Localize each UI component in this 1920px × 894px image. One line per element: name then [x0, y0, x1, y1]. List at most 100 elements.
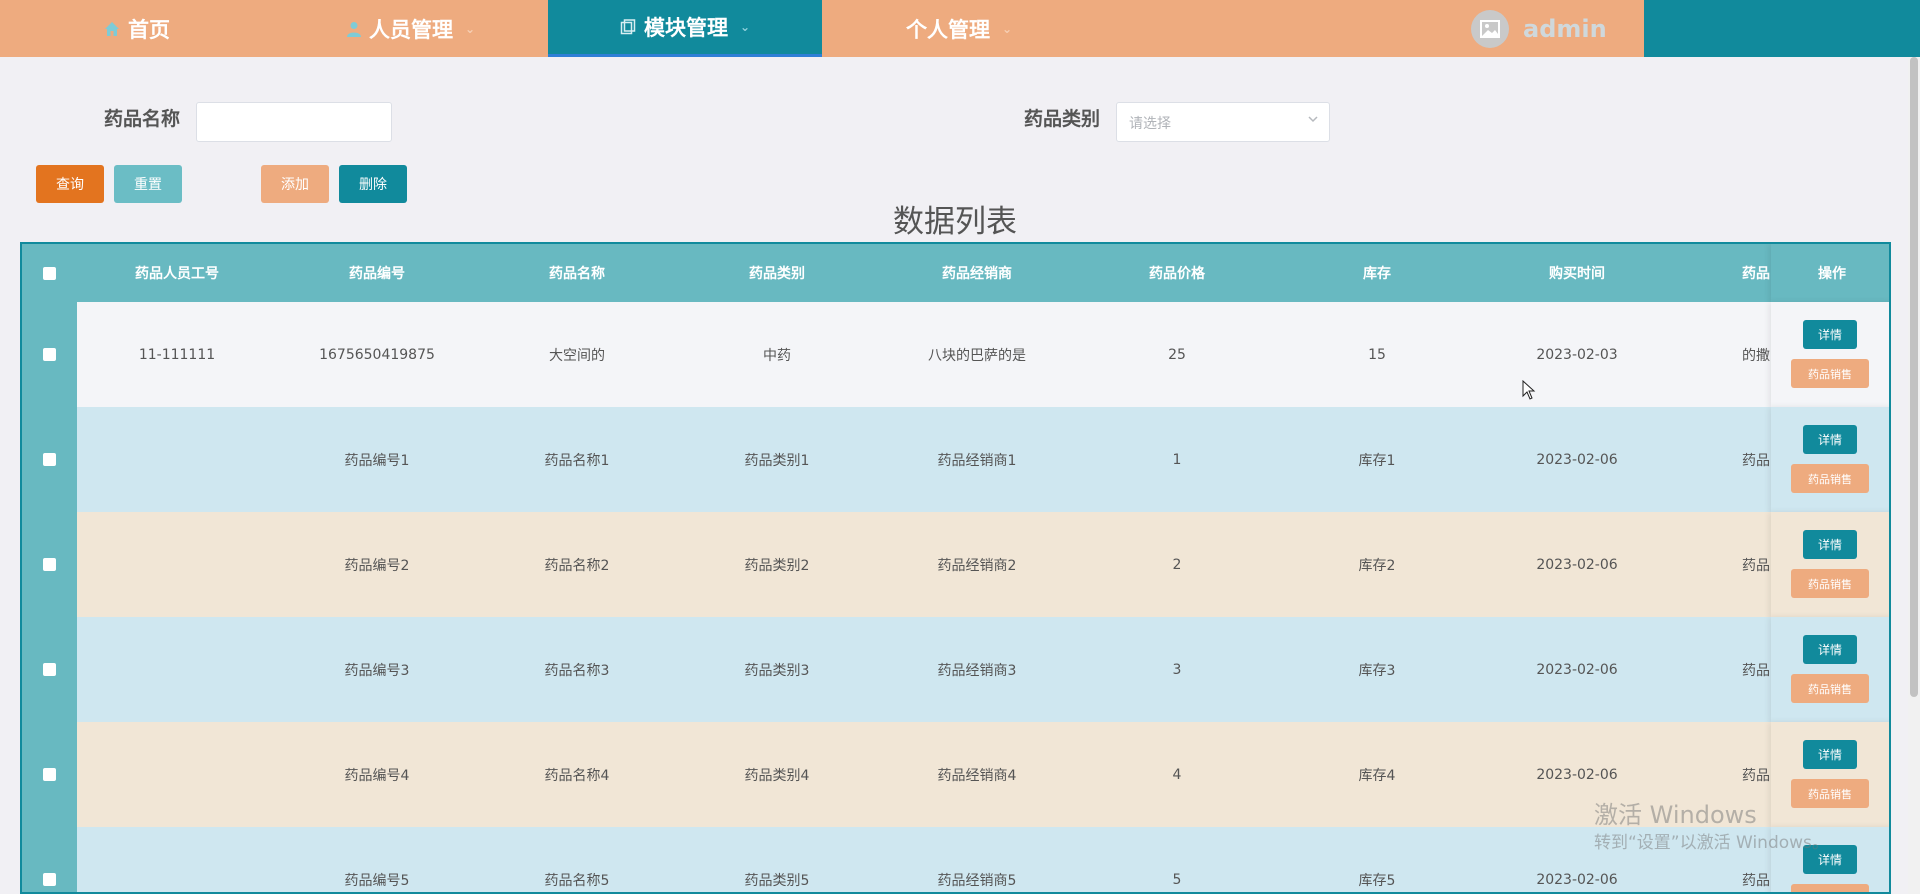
scrollbar-thumb[interactable] — [1910, 57, 1918, 697]
chevron-down-icon — [1307, 113, 1319, 128]
table-row: 11-111111 1675650419875 大空间的 中药 八块的巴萨的是 25 15 2… — [22, 302, 1889, 407]
cell-drug-code: 药品编号1 — [344, 452, 410, 469]
windows-watermark-title: 激活 Windows — [1594, 801, 1757, 829]
chevron-down-icon: ⌄ — [464, 21, 476, 36]
cell-staff-id — [77, 407, 277, 512]
drug-sale-button[interactable]: 药品销售 — [1791, 464, 1869, 493]
home-icon — [104, 21, 120, 37]
detail-button[interactable]: 详情 — [1803, 425, 1857, 454]
cell-staff-id — [77, 722, 277, 827]
drug-sale-button[interactable]: 药品销售 — [1791, 359, 1869, 388]
cell-stock: 库存3 — [1358, 662, 1396, 679]
cell-stock: 15 — [1368, 346, 1386, 363]
detail-button[interactable]: 详情 — [1803, 740, 1857, 769]
nav-personal-label: 个人管理 — [905, 17, 990, 42]
avatar — [1471, 9, 1509, 48]
nav-modules[interactable]: 模块管理 ⌄ — [548, 0, 822, 57]
cell-drug-category: 药品类别2 — [744, 557, 810, 574]
drug-category-label: 药品类别 — [1024, 108, 1101, 130]
row-checkbox[interactable] — [43, 558, 56, 571]
cell-distributor: 药品经销商5 — [937, 872, 1017, 889]
row-operations: 详情药品销售 — [1771, 617, 1889, 722]
table-row: 药品编号2 药品名称2 药品类别2 药品经销商2 2 库存2 2023-02-06 药品 详情药… — [22, 512, 1889, 617]
cell-drug-category: 中药 — [763, 347, 791, 364]
col-header-distributor: 药品经销商 — [942, 266, 1012, 282]
nav-home[interactable]: 首页 — [0, 0, 274, 57]
detail-button[interactable]: 详情 — [1803, 320, 1857, 349]
cell-drug-code: 药品编号2 — [344, 557, 410, 574]
nav-modules-label: 模块管理 — [643, 16, 728, 40]
row-operations: 详情药品销售 — [1771, 512, 1889, 617]
cell-price: 25 — [1168, 346, 1186, 363]
col-header-drug-name: 药品名称 — [549, 266, 605, 282]
cell-staff-id — [77, 827, 277, 892]
list-title: 数据列表 — [893, 204, 1017, 240]
top-nav: 首页 人员管理 ⌄ 模块管理 ⌄ 个人管理 ⌄ admin — [0, 0, 1920, 57]
row-checkbox[interactable] — [43, 453, 56, 466]
cell-stock: 库存5 — [1358, 872, 1396, 889]
detail-button[interactable]: 详情 — [1803, 635, 1857, 664]
row-checkbox[interactable] — [43, 873, 56, 886]
drug-sale-button[interactable]: 药品销售 — [1791, 569, 1869, 598]
cell-price: 1 — [1172, 451, 1182, 468]
row-checkbox-cell — [22, 827, 77, 892]
drug-name-input[interactable] — [196, 102, 392, 142]
cell-purchase-time: 2023-02-06 — [1536, 661, 1618, 678]
cell-price: 3 — [1172, 661, 1182, 678]
row-checkbox[interactable] — [43, 348, 56, 361]
cell-drug-code: 药品编号4 — [344, 767, 410, 784]
cell-distributor: 药品经销商2 — [937, 557, 1017, 574]
row-checkbox[interactable] — [43, 663, 56, 676]
row-checkbox-cell — [22, 722, 77, 827]
module-icon — [620, 19, 636, 35]
chevron-down-icon: ⌄ — [1001, 21, 1013, 36]
cell-drug-code: 1675650419875 — [319, 346, 435, 363]
col-header-purchase-time: 购买时间 — [1549, 266, 1605, 282]
cell-distributor: 药品经销商4 — [937, 767, 1017, 784]
nav-home-label: 首页 — [128, 17, 170, 42]
col-header-stock: 库存 — [1363, 266, 1391, 282]
cell-drug-name: 药品名称4 — [544, 767, 610, 784]
col-header-drug-category: 药品类别 — [749, 266, 805, 282]
table-header: 药品人员工号 药品编号 药品名称 药品类别 药品经销商 药品价格 库存 购买时间… — [22, 244, 1889, 302]
cell-price: 2 — [1172, 556, 1182, 573]
windows-watermark-subtitle: 转到“设置”以激活 Windows。 — [1594, 833, 1829, 853]
cell-distributor: 八块的巴萨的是 — [928, 347, 1026, 364]
cell-price: 4 — [1172, 766, 1182, 783]
nav-personal[interactable]: 个人管理 ⌄ — [822, 0, 1096, 57]
row-checkbox-cell — [22, 617, 77, 722]
select-all-checkbox[interactable] — [43, 266, 56, 280]
col-header-drug-code: 药品编号 — [349, 266, 405, 282]
row-checkbox-cell — [22, 407, 77, 512]
cell-stock: 库存1 — [1358, 452, 1396, 469]
drug-sale-button[interactable]: 药品销售 — [1791, 674, 1869, 703]
detail-button[interactable]: 详情 — [1803, 530, 1857, 559]
cell-drug-name: 药品名称3 — [544, 662, 610, 679]
cell-drug-name: 大空间的 — [549, 347, 605, 364]
col-header-operations: 操作 — [1771, 244, 1889, 302]
cell-price: 5 — [1172, 871, 1182, 888]
cell-drug-name: 药品名称5 — [544, 872, 610, 889]
user-menu[interactable]: admin — [1096, 0, 1644, 57]
drug-sale-button[interactable]: 药品销售 — [1791, 884, 1869, 892]
mouse-cursor-icon — [1522, 379, 1536, 404]
nav-personnel[interactable]: 人员管理 ⌄ — [274, 0, 548, 57]
row-checkbox[interactable] — [43, 768, 56, 781]
nav-personnel-label: 人员管理 — [368, 17, 453, 42]
row-checkbox-cell — [22, 302, 77, 407]
row-operations: 详情药品销售 — [1771, 302, 1889, 407]
cell-drug-category: 药品类别5 — [744, 872, 810, 889]
drug-category-placeholder: 请选择 — [1129, 116, 1171, 132]
cell-drug-category: 药品类别3 — [744, 662, 810, 679]
cell-distributor: 药品经销商1 — [937, 452, 1017, 469]
drug-category-select[interactable]: 请选择 — [1116, 102, 1330, 142]
cell-drug-category: 药品类别1 — [744, 452, 810, 469]
vertical-scrollbar[interactable] — [1908, 57, 1920, 894]
drug-sale-button[interactable]: 药品销售 — [1791, 779, 1869, 808]
row-operations: 详情药品销售 — [1771, 722, 1889, 827]
cell-staff-id — [77, 617, 277, 722]
cell-drug-name: 药品名称2 — [544, 557, 610, 574]
cell-drug-name: 药品名称1 — [544, 452, 610, 469]
user-name: admin — [1523, 14, 1607, 43]
table-row: 药品编号1 药品名称1 药品类别1 药品经销商1 1 库存1 2023-02-06 药品 详情药… — [22, 407, 1889, 512]
